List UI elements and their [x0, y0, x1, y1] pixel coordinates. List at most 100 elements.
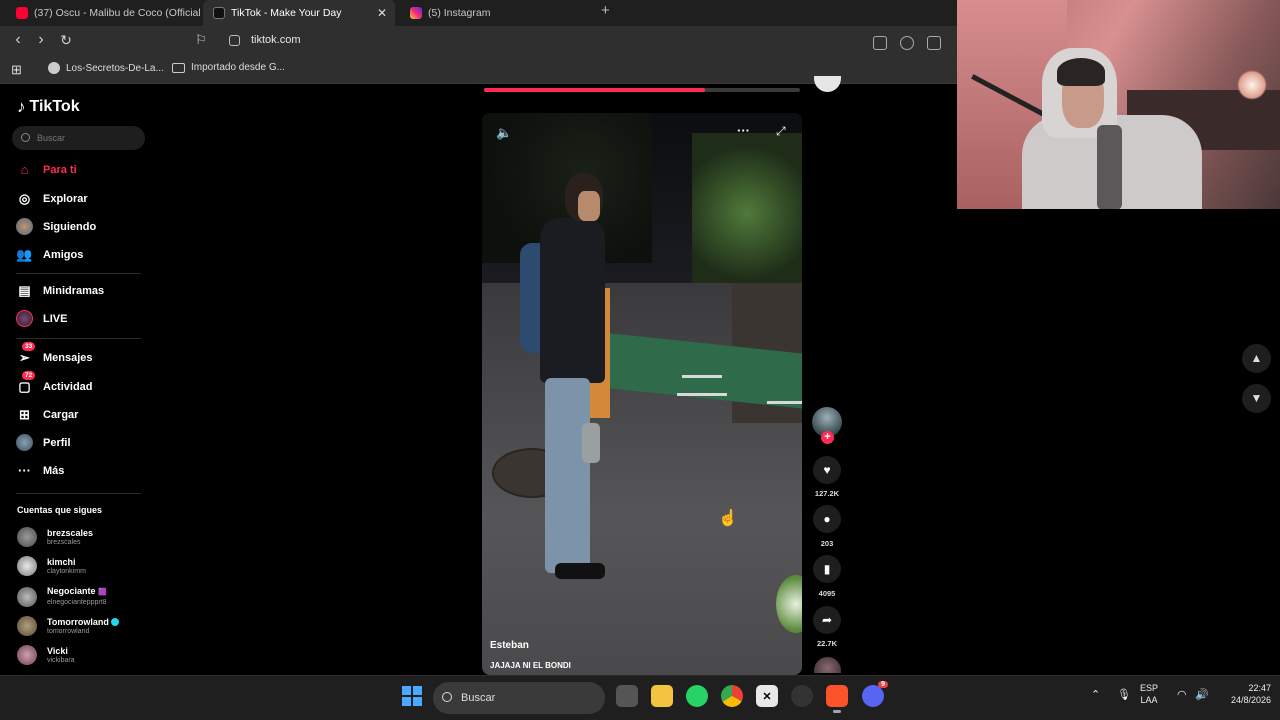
youtube-icon	[16, 7, 28, 19]
more-options-icon[interactable]: ···	[737, 123, 750, 138]
next-video-button[interactable]: ▼	[1242, 384, 1271, 413]
sound-disc-avatar[interactable]	[814, 657, 841, 673]
speaker-icon[interactable]: 🔊	[1195, 688, 1209, 701]
profile-avatar-icon	[16, 434, 33, 451]
reload-icon[interactable]: ↻	[56, 30, 76, 50]
zoom-icon[interactable]	[900, 36, 914, 50]
account-handle: vickibara	[47, 656, 75, 664]
back-icon[interactable]: ‹	[8, 30, 28, 50]
previous-video-avatar[interactable]	[814, 76, 841, 92]
nav-more[interactable]: ··· Más	[16, 462, 64, 479]
compass-icon: ◎	[18, 190, 31, 206]
nav-label: Para ti	[43, 163, 77, 176]
new-tab-button[interactable]: +	[601, 2, 610, 19]
search-input[interactable]: Buscar	[12, 126, 145, 150]
comment-count: 203	[820, 539, 834, 548]
account-emoji: 🟪	[98, 589, 107, 596]
cam-lamp	[1237, 70, 1267, 100]
person-bottle	[582, 423, 600, 463]
followed-account[interactable]: Negociante 🟪 elnegocianteppprt8	[17, 586, 107, 607]
video-player[interactable]: 🔈 ··· ⤢ Esteban JAJAJA NI EL BONDI	[482, 113, 802, 675]
instagram-icon	[410, 7, 422, 19]
search-icon	[442, 692, 452, 702]
following-avatar-icon	[16, 218, 33, 235]
app-icon[interactable]	[791, 685, 813, 707]
globe-icon	[48, 62, 60, 74]
share-count: 22.7K	[816, 639, 837, 648]
followed-account[interactable]: kimchi claytonkimm	[17, 556, 86, 576]
account-name: kimchi	[47, 556, 76, 567]
bookmark-folder[interactable]: Importado desde G...	[172, 62, 285, 73]
account-name: Tomorrowland	[47, 616, 109, 627]
brand-name: TikTok	[29, 98, 80, 115]
avatar	[17, 586, 37, 607]
address-bar[interactable]: tiktok.com	[222, 29, 957, 52]
share-button[interactable]: ➦	[813, 606, 841, 634]
chevron-up-icon[interactable]: ⌃	[1091, 688, 1100, 701]
follow-plus-icon[interactable]: +	[821, 431, 834, 444]
tab-instagram[interactable]: (5) Instagram	[400, 0, 592, 26]
forward-icon[interactable]: ›	[31, 30, 51, 50]
nav-for-you[interactable]: ⌂ Para ti	[16, 161, 77, 178]
upload-icon: ⊞	[19, 406, 30, 422]
webcam-overlay	[957, 0, 1280, 209]
tiktok-logo[interactable]: ♪ TikTok	[17, 97, 80, 117]
nav-label: Perfil	[43, 436, 71, 449]
chevron-up-icon: ▲	[1250, 351, 1263, 365]
microphone-icon[interactable]: 🎙	[1117, 688, 1131, 701]
account-name: brezscales	[47, 527, 94, 538]
windows-start-icon[interactable]	[401, 685, 423, 707]
nav-minidramas[interactable]: ▤ Minidramas	[16, 282, 104, 299]
tiktok-note-icon: ♪	[17, 97, 26, 116]
nav-following[interactable]: Siguiendo	[16, 218, 96, 235]
task-view-icon[interactable]	[616, 685, 638, 707]
lane-marking	[682, 375, 722, 378]
clock-time: 22:47	[1248, 683, 1271, 693]
wifi-icon[interactable]: ◠	[1177, 688, 1187, 701]
apps-grid-icon[interactable]: ⊞	[11, 62, 22, 78]
chrome-icon[interactable]	[721, 685, 743, 707]
nav-messages[interactable]: ➢ 33 Mensajes	[16, 342, 93, 366]
language-indicator[interactable]: ESP LAA	[1140, 682, 1158, 706]
like-button[interactable]: ♥	[813, 456, 841, 484]
followed-account[interactable]: Vicki vickibara	[17, 645, 75, 665]
nav-activity[interactable]: ▢ 72 Actividad	[16, 371, 93, 395]
followed-account[interactable]: Tomorrowland tomorrowland	[17, 616, 120, 636]
avatar	[17, 616, 37, 636]
close-tab-icon[interactable]: ✕	[377, 6, 387, 20]
nav-profile[interactable]: Perfil	[16, 434, 71, 451]
lane-marking	[767, 401, 802, 404]
nav-live[interactable]: LIVE	[16, 310, 67, 327]
avatar	[17, 556, 37, 576]
account-name: Negociante	[47, 586, 96, 596]
video-author[interactable]: Esteban	[490, 640, 529, 651]
discord-icon[interactable]: 9	[862, 681, 888, 707]
friends-icon: 👥	[16, 246, 33, 262]
whatsapp-icon[interactable]	[686, 685, 708, 707]
hand-cursor-icon: ☝	[718, 510, 738, 527]
cast-icon[interactable]	[927, 36, 941, 50]
volume-icon[interactable]: 🔈	[496, 125, 512, 141]
brave-icon[interactable]	[826, 685, 848, 713]
bookmark-item[interactable]: Los-Secretos-De-La...	[48, 62, 164, 74]
tab-title: (5) Instagram	[428, 7, 491, 19]
file-explorer-icon[interactable]	[651, 685, 673, 707]
clock[interactable]: 22:47 24/8/2026	[1221, 682, 1271, 706]
nav-friends[interactable]: 👥 Amigos	[16, 246, 83, 263]
save-button[interactable]: ▮	[813, 555, 841, 583]
taskbar-search[interactable]: Buscar	[433, 682, 605, 714]
nav-upload[interactable]: ⊞ Cargar	[16, 406, 78, 423]
following-accounts-heading: Cuentas que sigues	[17, 505, 103, 515]
previous-video-button[interactable]: ▲	[1242, 344, 1271, 373]
translate-icon[interactable]	[873, 36, 887, 50]
tab-tiktok[interactable]: TikTok - Make Your Day ✕	[203, 0, 395, 26]
followed-account[interactable]: brezscales brezscales	[17, 527, 93, 547]
comment-button[interactable]: ●	[813, 505, 841, 533]
nav-explore[interactable]: ◎ Explorar	[16, 190, 88, 207]
bookmark-icon[interactable]: ⚐	[191, 30, 211, 50]
video-frame-person	[520, 173, 615, 593]
fullscreen-icon[interactable]: ⤢	[776, 124, 786, 139]
site-info-icon[interactable]	[229, 35, 240, 46]
capcut-icon[interactable]: ✕	[756, 685, 778, 707]
tab-youtube[interactable]: (37) Oscu - Malibu de Coco (Official	[6, 0, 202, 26]
